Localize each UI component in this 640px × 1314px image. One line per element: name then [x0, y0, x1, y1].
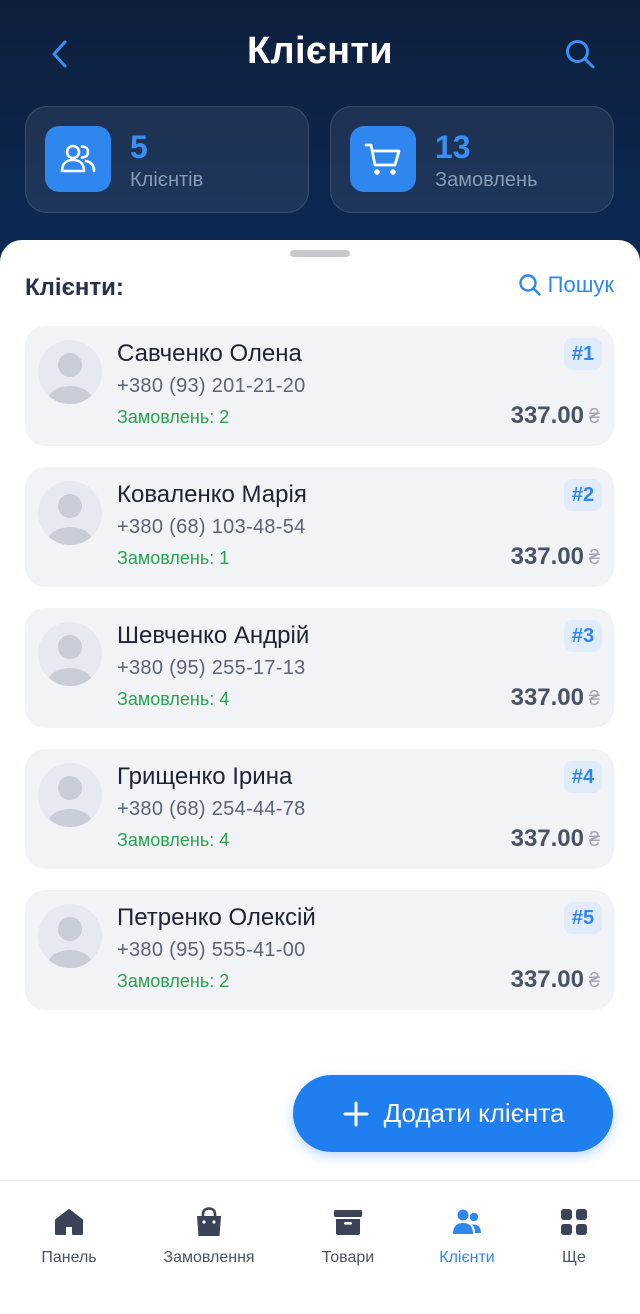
- client-phone: +380 (95) 555-41-00: [117, 939, 306, 961]
- client-card[interactable]: Коваленко Марія +380 (68) 103-48-54 Замо…: [25, 467, 614, 587]
- page-title: Клієнти: [247, 30, 393, 72]
- client-number-badge: #2: [564, 479, 602, 511]
- avatar-icon: [38, 340, 102, 404]
- search-link-label: Пошук: [547, 272, 614, 297]
- stat-label-clients: Клієнтів: [130, 169, 204, 191]
- client-list: Савченко Олена +380 (93) 201-21-20 Замов…: [25, 326, 614, 1031]
- client-number-badge: #1: [564, 338, 602, 370]
- users-icon: [45, 126, 111, 192]
- add-client-button[interactable]: Додати клієнта: [293, 1075, 613, 1152]
- client-phone: +380 (68) 254-44-78: [117, 798, 306, 820]
- client-card[interactable]: Грищенко Ірина +380 (68) 254-44-78 Замов…: [25, 749, 614, 869]
- tab-dashboard[interactable]: Панель: [0, 1205, 139, 1267]
- section-title: Клієнти:: [25, 274, 124, 301]
- client-amount: 337.00: [510, 966, 584, 993]
- client-card[interactable]: Савченко Олена +380 (93) 201-21-20 Замов…: [25, 326, 614, 446]
- drag-handle[interactable]: [290, 250, 350, 257]
- client-amount: 337.00: [510, 825, 584, 852]
- currency-symbol: ₴: [588, 406, 600, 428]
- avatar-icon: [38, 481, 102, 545]
- search-icon: [518, 274, 541, 296]
- shopping-bag-icon: [194, 1205, 224, 1239]
- client-name: Петренко Олексій: [117, 904, 316, 931]
- grid-icon: [560, 1205, 588, 1239]
- tab-label: Панель: [41, 1249, 97, 1266]
- client-orders: Замовлень: 2: [117, 407, 230, 427]
- tab-more[interactable]: Ще: [504, 1205, 640, 1267]
- cart-icon: [350, 126, 416, 192]
- client-name: Савченко Олена: [117, 340, 302, 367]
- home-icon: [53, 1205, 85, 1239]
- client-orders: Замовлень: 4: [117, 830, 230, 850]
- bottom-tab-bar: Панель Замовлення Товари Клієнти Ще: [0, 1180, 640, 1314]
- client-orders: Замовлень: 1: [117, 548, 230, 568]
- currency-symbol: ₴: [588, 829, 600, 851]
- tab-label: Замовлення: [163, 1249, 255, 1266]
- client-card[interactable]: Шевченко Андрій +380 (95) 255-17-13 Замо…: [25, 608, 614, 728]
- currency-symbol: ₴: [588, 970, 600, 992]
- stat-card-clients[interactable]: 5 Клієнтів: [25, 106, 309, 213]
- client-orders: Замовлень: 2: [117, 971, 230, 991]
- tab-label: Ще: [562, 1249, 586, 1266]
- clients-sheet: Клієнти: Пошук Савченко Олена +380 (93) …: [0, 240, 640, 1314]
- client-card[interactable]: Петренко Олексій +380 (95) 555-41-00 Зам…: [25, 890, 614, 1010]
- header-search-button[interactable]: [560, 34, 600, 74]
- client-number-badge: #5: [564, 902, 602, 934]
- stat-value-orders: 13: [435, 129, 471, 165]
- client-name: Коваленко Марія: [117, 481, 307, 508]
- add-client-label: Додати клієнта: [383, 1098, 565, 1128]
- plus-icon: [343, 1101, 369, 1126]
- stat-label-orders: Замовлень: [435, 169, 538, 191]
- tab-label: Клієнти: [439, 1249, 495, 1266]
- search-icon: [566, 40, 595, 69]
- client-name: Грищенко Ірина: [117, 763, 293, 790]
- users-icon: [451, 1205, 483, 1239]
- currency-symbol: ₴: [588, 688, 600, 710]
- stat-card-orders[interactable]: 13 Замовлень: [330, 106, 614, 213]
- avatar-icon: [38, 622, 102, 686]
- avatar-icon: [38, 904, 102, 968]
- archive-box-icon: [332, 1205, 364, 1239]
- avatar-icon: [38, 763, 102, 827]
- client-number-badge: #3: [564, 620, 602, 652]
- client-phone: +380 (95) 255-17-13: [117, 657, 306, 679]
- currency-symbol: ₴: [588, 547, 600, 569]
- stat-value-clients: 5: [130, 129, 148, 165]
- client-amount: 337.00: [510, 684, 584, 711]
- client-number-badge: #4: [564, 761, 602, 793]
- client-orders: Замовлень: 4: [117, 689, 230, 709]
- tab-label: Товари: [321, 1249, 375, 1266]
- client-name: Шевченко Андрій: [117, 622, 310, 649]
- search-link[interactable]: Пошук: [518, 272, 614, 298]
- client-phone: +380 (93) 201-21-20: [117, 375, 306, 397]
- tab-orders[interactable]: Замовлення: [139, 1205, 279, 1267]
- client-amount: 337.00: [510, 543, 584, 570]
- client-amount: 337.00: [510, 402, 584, 429]
- client-phone: +380 (68) 103-48-54: [117, 516, 306, 538]
